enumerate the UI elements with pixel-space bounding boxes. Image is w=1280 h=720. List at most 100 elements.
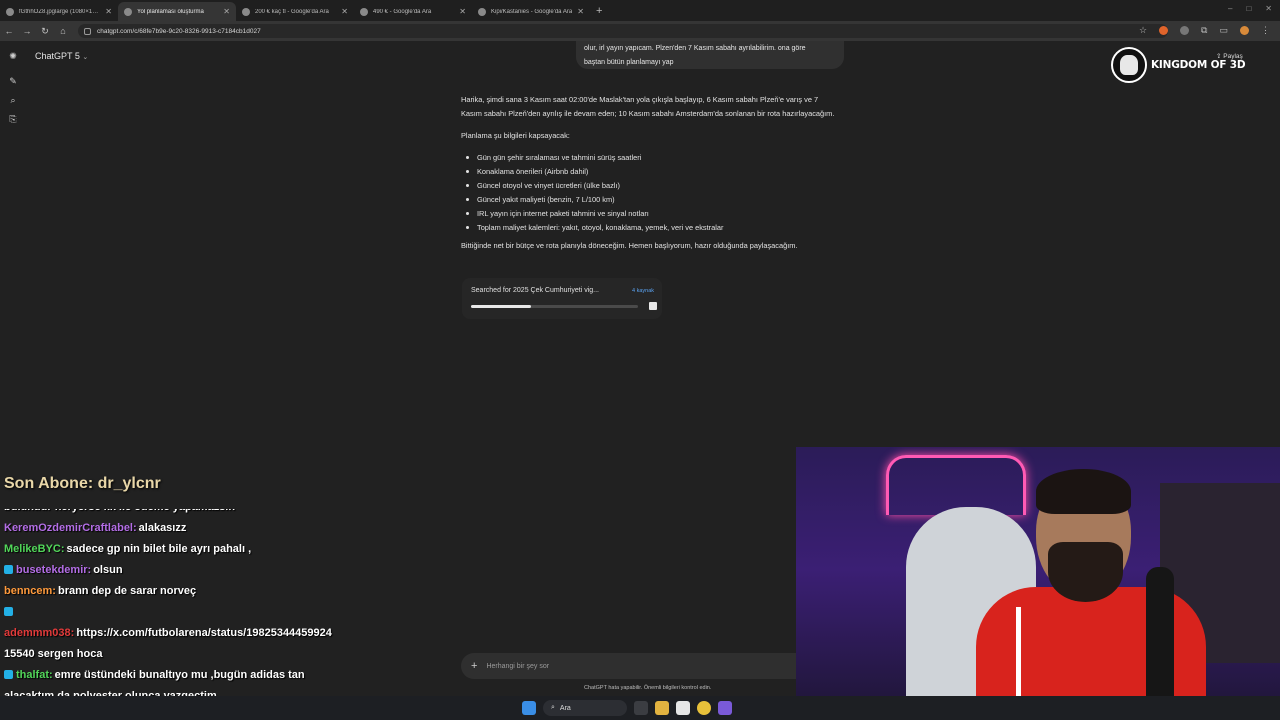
- address-bar[interactable]: chatgpt.com/c/68fe7b9e-9c20-8326-9913-c7…: [78, 24, 1168, 38]
- stream-logo: KINGDOM OF 3D: [1111, 47, 1246, 83]
- browser-tab[interactable]: 200 € kaç tl - Google'da Ara ✕: [236, 2, 354, 21]
- tab-close-icon[interactable]: ✕: [577, 7, 584, 16]
- model-label: ChatGPT 5: [35, 51, 80, 61]
- tab-list: fGthhOZ8.jpglarge (1080×1350) ✕ Yol planla…: [0, 0, 590, 21]
- tab-close-icon[interactable]: ✕: [223, 7, 230, 16]
- reply-list-item: Güncel yakıt maliyeti (benzin, 7 L/100 k…: [461, 193, 836, 207]
- minimize-icon[interactable]: –: [1228, 4, 1232, 13]
- forward-icon[interactable]: →: [18, 26, 36, 36]
- close-window-icon[interactable]: ✕: [1265, 4, 1272, 13]
- reply-closing: Bittiğinde net bir bütçe ve rota planıyl…: [461, 241, 798, 250]
- taskbar-search-label: Ara: [559, 704, 571, 712]
- taskbar: ⌕ Ara: [0, 696, 1280, 720]
- chat-text: bulundur heryerse kk ile ödeme yapamazsı…: [4, 509, 235, 513]
- store-icon[interactable]: [676, 701, 690, 715]
- chat-text: brann dep de sarar norveç: [57, 585, 197, 597]
- menu-kebab-icon[interactable]: ⋮: [1261, 25, 1270, 36]
- reply-list-item: Konaklama önerileri (Airbnb dahil): [461, 165, 836, 179]
- openai-logo-icon[interactable]: ✺: [8, 51, 18, 61]
- chat-text: sadece gp nin bilet bile ayrı pahalı ,: [66, 543, 252, 555]
- new-chat-icon[interactable]: ✎: [8, 76, 18, 86]
- search-progress-card: Searched for 2025 Çek Cumhuriyeti vig...…: [462, 278, 662, 319]
- browser-tab[interactable]: Kipi/Kastanies - Google'da Ara ✕: [472, 2, 590, 21]
- file-explorer-icon[interactable]: [655, 701, 669, 715]
- disclaimer: ChatGPT hata yapabilir. Önemli bilgileri…: [584, 685, 712, 691]
- profile-avatar[interactable]: [1240, 26, 1249, 35]
- browser-tab[interactable]: 490 € - Google'da Ara ✕: [354, 2, 472, 21]
- stream-chat: bulundur heryerse kk ile ödeme yapamazsı…: [4, 509, 460, 719]
- new-tab-button[interactable]: +: [590, 5, 610, 21]
- extensions-puzzle-icon[interactable]: ⧉: [1201, 25, 1207, 36]
- tab-favicon-icon: [360, 7, 368, 16]
- microphone: [1146, 567, 1174, 717]
- sources-link[interactable]: 4 kaynak: [632, 288, 654, 294]
- bookmark-star-icon[interactable]: ☆: [1139, 25, 1147, 36]
- chat-username: KeremOzdemirCraftlabel:: [4, 522, 137, 534]
- reply-list-item: Güncel otoyol ve vinyet ücretleri (ülke …: [461, 179, 836, 193]
- windows-start-icon[interactable]: [522, 701, 536, 715]
- chat-badge-icon: [4, 670, 13, 679]
- chat-text: emre üstündeki bunaltıyo mu ,bugün adida…: [54, 669, 305, 681]
- chat-text: https://x.com/futbolarena/status/1982534…: [76, 627, 332, 639]
- search-icon[interactable]: ⌕: [8, 95, 18, 105]
- back-icon[interactable]: ←: [0, 26, 18, 36]
- reload-icon[interactable]: ↻: [36, 26, 54, 37]
- tab-label: 490 € - Google'da Ara: [373, 8, 432, 15]
- reply-list-item: Toplam maliyet kalemleri: yakıt, otoyol,…: [461, 221, 836, 235]
- chat-username: busetekdemir:: [16, 564, 92, 576]
- site-info-icon[interactable]: [84, 27, 91, 35]
- chat-message: benncem: brann dep de sarar norveç: [4, 583, 460, 599]
- library-icon[interactable]: ⎘: [8, 114, 18, 124]
- browser-tab[interactable]: fGthhOZ8.jpglarge (1080×1350) ✕: [0, 2, 118, 21]
- tab-label: Yol planlaması oluşturma: [137, 8, 204, 15]
- webcam-feed: [796, 447, 1280, 720]
- user-message-line: olur, irl yayın yapıcam. Plzen'den 7 Kas…: [584, 45, 806, 52]
- tab-favicon-icon: [6, 7, 14, 16]
- chrome-icon[interactable]: [697, 701, 711, 715]
- maximize-icon[interactable]: □: [1246, 4, 1251, 13]
- model-selector[interactable]: ChatGPT 5 ⌄: [35, 51, 88, 61]
- discord-icon[interactable]: [718, 701, 732, 715]
- tab-favicon-icon: [478, 7, 486, 16]
- home-icon[interactable]: ⌂: [54, 26, 72, 36]
- logo-wordmark: KINGDOM OF 3D: [1151, 59, 1246, 71]
- composer[interactable]: + Herhangi bir şey sor: [461, 653, 796, 679]
- window-controls: – □ ✕: [1228, 4, 1272, 13]
- tab-close-icon[interactable]: ✕: [105, 7, 112, 16]
- extension-icon[interactable]: [1159, 26, 1169, 35]
- skull-logo-icon: [1111, 47, 1147, 83]
- screen: fGthhOZ8.jpglarge (1080×1350) ✕ Yol planla…: [0, 0, 1280, 720]
- chat-username: ademmm038:: [4, 627, 75, 639]
- search-icon: ⌕: [551, 704, 555, 711]
- task-view-icon[interactable]: [634, 701, 648, 715]
- search-progress-fill: [471, 305, 532, 308]
- chat-message: [4, 604, 460, 620]
- reply-scope-heading: Planlama şu bilgileri kapsayacak:: [461, 131, 570, 140]
- tab-close-icon[interactable]: ✕: [341, 7, 348, 16]
- url-text: chatgpt.com/c/68fe7b9e-9c20-8326-9913-c7…: [97, 27, 261, 35]
- taskbar-search[interactable]: ⌕ Ara: [543, 700, 627, 716]
- chat-username: thalfat:: [16, 669, 53, 681]
- tab-close-icon[interactable]: ✕: [459, 7, 466, 16]
- tab-favicon-icon: [124, 7, 132, 16]
- taskbar-icons: ⌕ Ara: [522, 700, 732, 716]
- extension-icon[interactable]: [1180, 26, 1190, 35]
- chat-text: alakasızz: [138, 522, 187, 534]
- chat-message: 15540 sergen hoca: [4, 646, 460, 662]
- chat-message: bulundur heryerse kk ile ödeme yapamazsı…: [4, 509, 460, 515]
- reply-list-item: IRL yayın için internet paketi tahmini v…: [461, 207, 836, 221]
- assistant-message: Harika, şimdi sana 3 Kasım saat 02:00'de…: [461, 93, 836, 261]
- chat-message: thalfat: emre üstündeki bunaltıyo mu ,bug…: [4, 667, 460, 683]
- search-status-text: Searched for 2025 Çek Cumhuriyeti vig...: [471, 287, 600, 294]
- browser-tab[interactable]: Yol planlaması oluşturma ✕: [118, 2, 236, 21]
- user-message-bubble: olur, irl yayın yapıcam. Plzen'den 7 Kas…: [576, 41, 844, 69]
- search-progress-track: [471, 305, 638, 308]
- browser-toolbar: ← → ↻ ⌂ chatgpt.com/c/68fe7b9e-9c20-8326…: [0, 21, 1280, 41]
- stop-button[interactable]: [649, 302, 657, 310]
- plus-icon[interactable]: +: [471, 660, 477, 672]
- chat-message: busetekdemir: olsun: [4, 562, 460, 578]
- chat-message: ademmm038: https://x.com/futbolarena/stat…: [4, 625, 460, 641]
- chevron-down-icon: ⌄: [82, 54, 89, 61]
- side-panel-icon[interactable]: ▭: [1219, 25, 1228, 36]
- streamer-beard: [1048, 542, 1123, 602]
